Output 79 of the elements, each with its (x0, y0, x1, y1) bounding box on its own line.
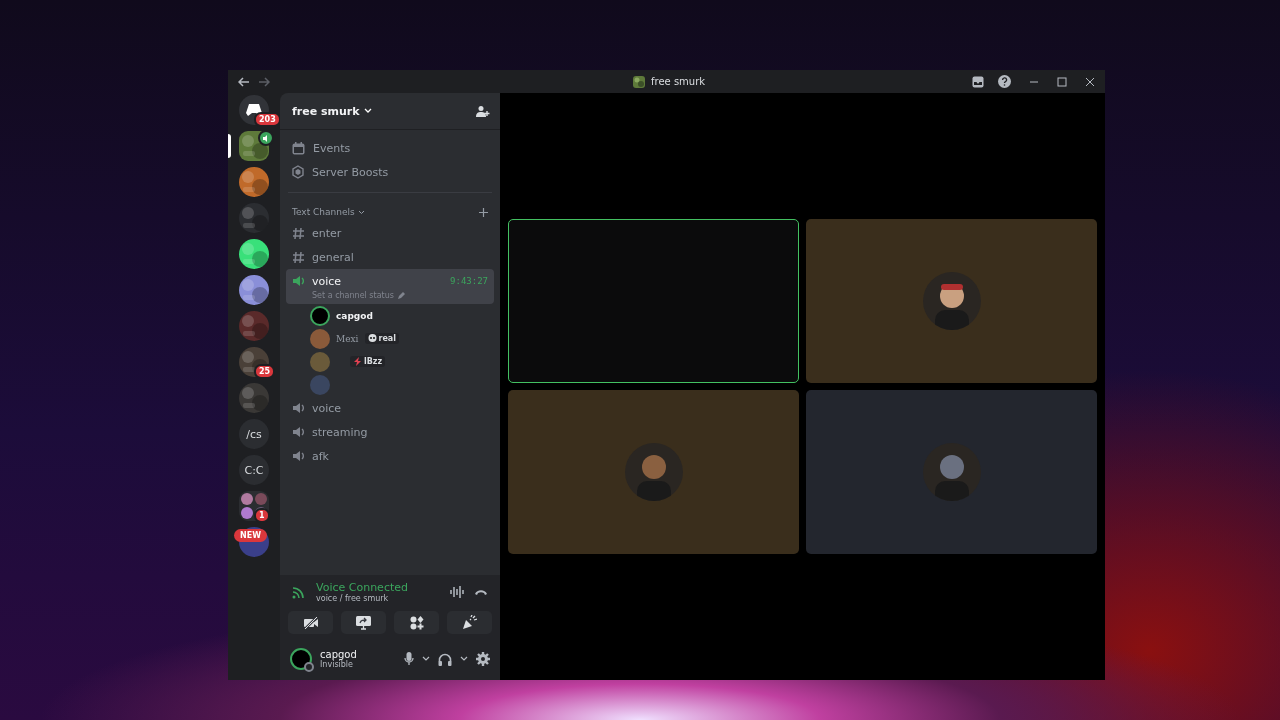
soundboard-button[interactable] (447, 611, 492, 634)
caret-icon[interactable] (422, 656, 430, 662)
add-icon[interactable] (479, 207, 488, 217)
tag-label: lBzz (364, 357, 383, 366)
channel-item[interactable]: voice (286, 396, 494, 420)
pencil-icon (396, 291, 405, 300)
inbox-icon[interactable] (972, 75, 984, 88)
disconnect-icon[interactable] (474, 588, 488, 596)
noise-suppression-icon[interactable] (450, 586, 464, 598)
help-icon[interactable] (998, 75, 1011, 88)
channel-item[interactable]: general (286, 245, 494, 269)
forward-icon[interactable] (258, 76, 270, 87)
category-header[interactable]: Text Channels (292, 207, 365, 217)
server-icon[interactable]: C:C (239, 455, 269, 485)
channel-status[interactable]: Set a channel status (292, 291, 488, 300)
invisible-status-icon (304, 662, 314, 672)
speaker-icon (292, 274, 306, 288)
voice-location[interactable]: voice / free smurk (316, 594, 440, 603)
boost-icon (292, 165, 304, 179)
screen-share-icon (356, 615, 371, 630)
hashtag-icon (292, 250, 306, 264)
video-tile[interactable] (508, 390, 799, 554)
lightning-icon (353, 357, 362, 366)
maximize-icon[interactable] (1057, 76, 1067, 87)
caret-icon (357, 209, 365, 215)
count-badge: 203 (254, 112, 280, 127)
server-name[interactable]: free smurk (292, 104, 372, 118)
video-tile[interactable] (508, 219, 799, 383)
channel-item[interactable]: afk (286, 444, 494, 468)
channel-name: streaming (312, 425, 368, 439)
camera-off-icon (302, 616, 319, 629)
caret-icon[interactable] (460, 656, 468, 662)
signal-icon (292, 585, 306, 599)
new-badge: NEW (234, 529, 267, 542)
add-member-icon[interactable] (476, 104, 490, 118)
member-name: Mexi (336, 333, 359, 344)
caret-icon (363, 108, 372, 114)
window-title: free smurk (651, 76, 706, 87)
count-badge: 1 (254, 508, 270, 523)
activities-button[interactable] (394, 611, 439, 634)
speaker-icon (292, 401, 306, 415)
channel-item[interactable]: streaming (286, 420, 494, 444)
channel-name: voice (312, 274, 342, 288)
voice-member[interactable]: Mexi real (310, 327, 500, 350)
screen-share-button[interactable] (341, 611, 386, 634)
voice-member[interactable]: capgod (310, 304, 500, 327)
user-avatar[interactable] (290, 648, 312, 670)
settings-icon[interactable] (476, 652, 490, 666)
channel-name: general (312, 250, 354, 264)
calendar-icon (292, 141, 305, 155)
call-timer: 9:43:27 (450, 276, 488, 286)
video-tile[interactable] (806, 390, 1097, 554)
channel-item[interactable]: voice 9:43:27 Set a channel status (286, 269, 494, 304)
channel-name: enter (312, 226, 342, 240)
connection-status[interactable]: Voice Connected (316, 581, 440, 594)
username: capgod (320, 649, 358, 660)
voice-member[interactable]: lBzz (310, 350, 500, 373)
party-popper-icon (462, 615, 477, 630)
activities-icon (409, 615, 424, 630)
channel-name: voice (312, 401, 342, 415)
camera-button[interactable] (288, 611, 333, 634)
channel-item[interactable]: enter (286, 221, 494, 245)
close-icon[interactable] (1085, 76, 1095, 87)
back-icon[interactable] (238, 76, 250, 87)
user-status: Invisible (320, 660, 353, 669)
hashtag-icon (292, 226, 306, 240)
nav-item[interactable]: Server Boosts (288, 160, 492, 184)
member-name: capgod (336, 310, 373, 321)
video-tile[interactable] (806, 219, 1097, 383)
server-icon[interactable]: /cs (239, 419, 269, 449)
microphone-icon[interactable] (404, 652, 414, 666)
skull-icon (367, 334, 377, 343)
channel-name: afk (312, 449, 329, 463)
headphones-icon[interactable] (438, 652, 452, 666)
tag-label: real (378, 334, 396, 343)
count-badge: 25 (254, 364, 276, 379)
speaker-icon (292, 425, 306, 439)
nav-item[interactable]: Events (288, 136, 492, 160)
speaker-icon (292, 449, 306, 463)
